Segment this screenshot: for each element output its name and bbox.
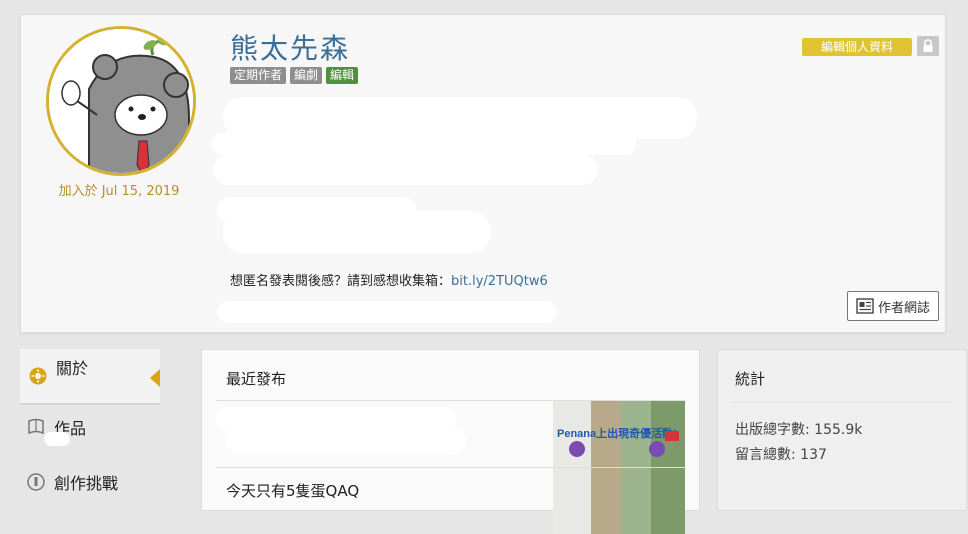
contact-link[interactable]: bit.ly/2TUQtw6 [451, 274, 548, 289]
stat-words: 出版總字數: 155.9k [735, 419, 862, 439]
redacted-text [217, 301, 557, 323]
sidebar-item-works[interactable]: 作品 [20, 414, 160, 440]
stat-comments: 留言總數: 137 [735, 444, 827, 464]
list-item[interactable]: Penana上出現奇優活動! [216, 401, 685, 467]
stat-comments-label: 留言總數: [735, 447, 796, 463]
divider [732, 402, 952, 403]
sidebar-item-about[interactable]: 關於 [20, 349, 160, 405]
sidebar-item-challenge[interactable]: 創作挑戰 [20, 470, 160, 494]
sidebar-item-label: 關於 [56, 359, 89, 378]
author-name: 熊太先森 [230, 32, 351, 65]
recent-title: 最近發布 [226, 370, 287, 388]
redacted-text [211, 133, 636, 155]
stat-comments-value: 137 [800, 447, 827, 463]
about-icon [28, 366, 48, 386]
contact-line: 想匿名發表閱後感？請到感想收集箱：bit.ly/2TUQtw6 [230, 270, 548, 289]
list-item[interactable]: 今天只有5隻蛋QAQ [216, 468, 685, 534]
contact-text: 想匿名發表閱後感？請到感想收集箱： [230, 274, 452, 289]
post-thumbnail[interactable] [553, 468, 685, 534]
redacted-count [44, 432, 70, 446]
challenge-icon [26, 472, 46, 492]
sidebar-item-label: 創作挑戰 [54, 474, 119, 493]
profile-card: 加入於 Jul 15, 2019 熊太先森 定期作者 編劇 編輯 想匿名發表閱後… [20, 14, 946, 333]
joined-date: 加入於 Jul 15, 2019 [58, 184, 180, 199]
blog-icon [856, 298, 874, 314]
tag-screenwriter[interactable]: 編劇 [290, 67, 323, 84]
redacted-title [226, 427, 466, 455]
stat-words-value: 155.9k [814, 422, 863, 438]
post-thumbnail[interactable]: Penana上出現奇優活動! [553, 401, 685, 467]
works-icon [26, 417, 46, 437]
stats-title: 統計 [735, 370, 766, 388]
active-indicator [150, 369, 160, 387]
tag-regular-author[interactable]: 定期作者 [230, 67, 287, 84]
avatar[interactable] [46, 26, 196, 176]
lock-icon[interactable] [917, 36, 939, 56]
edit-profile-button[interactable]: 編輯個人資料 [802, 38, 912, 56]
tag-editor[interactable]: 編輯 [326, 67, 359, 84]
redacted-text [223, 211, 491, 253]
stat-words-label: 出版總字數: [735, 422, 810, 438]
thumb-text: Penana上出現奇優活動! [557, 426, 677, 440]
redacted-text [213, 155, 598, 185]
bear-avatar-image [49, 29, 193, 173]
author-blog-label: 作者網誌 [877, 300, 930, 316]
author-blog-button[interactable]: 作者網誌 [847, 291, 939, 321]
author-tags: 定期作者 編劇 編輯 [230, 67, 359, 84]
post-title[interactable]: 今天只有5隻蛋QAQ [226, 480, 359, 501]
